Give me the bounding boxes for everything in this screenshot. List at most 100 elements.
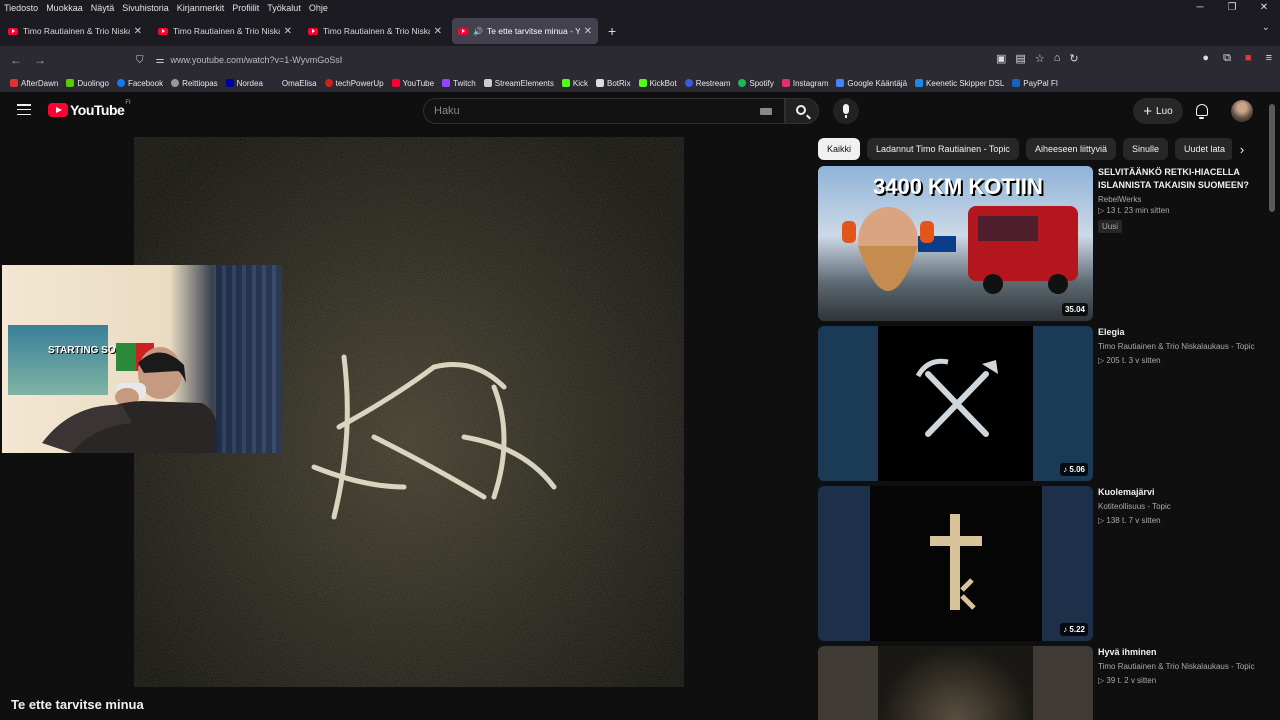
bookmark-item[interactable]: BotRix	[596, 79, 631, 88]
menu-tools[interactable]: Työkalut	[267, 3, 301, 13]
bookmark-item[interactable]: Restream	[684, 79, 730, 88]
account-icon[interactable]: ●	[1202, 52, 1209, 65]
bookmark-item[interactable]: Kick	[561, 79, 588, 88]
extension-badge-icon[interactable]: ■	[1245, 52, 1252, 65]
back-icon[interactable]: ←	[4, 53, 28, 67]
forward-icon[interactable]: →	[28, 53, 52, 67]
recommendation-title[interactable]: SELVITÄÄNKÖ RETKI-HIACELLA ISLANNISTA TA…	[1098, 166, 1268, 192]
video-thumbnail[interactable]: ♪ 5.06	[818, 326, 1093, 481]
tab-list-chevron-icon[interactable]: ⌄	[1262, 22, 1270, 33]
page-scrollbar[interactable]	[1269, 104, 1275, 212]
keyboard-icon[interactable]	[760, 108, 772, 115]
channel-name[interactable]: Timo Rautiainen & Trio Niskalaukaus - To…	[1098, 342, 1268, 351]
youtube-favicon-icon	[158, 27, 168, 35]
menu-profiles[interactable]: Profiilit	[232, 3, 259, 13]
chip-for-you[interactable]: Sinulle	[1122, 138, 1169, 160]
bookmark-item[interactable]: Twitch	[442, 79, 476, 88]
bookmark-item[interactable]: Duolingo	[66, 79, 109, 88]
chip-related[interactable]: Aiheeseen liittyviä	[1025, 138, 1116, 160]
bookmark-item[interactable]: techPowerUp	[324, 79, 384, 88]
reader-view-icon[interactable]: ▤	[1015, 52, 1025, 65]
menu-file[interactable]: Tiedosto	[4, 3, 38, 13]
search-button[interactable]	[785, 98, 819, 124]
bookmark-item[interactable]: Spotify	[738, 79, 774, 88]
minimize-icon[interactable]: ─	[1184, 0, 1216, 16]
bookmark-item[interactable]: Facebook	[116, 79, 163, 88]
browser-tab[interactable]: Timo Rautiainen & Trio Niskalaukaus ✕	[152, 18, 298, 44]
speaker-icon[interactable]: 🔊	[473, 27, 483, 36]
recommendation-title[interactable]: Hyvä ihminen	[1098, 646, 1268, 659]
reload-icon[interactable]: ↻	[1069, 52, 1078, 65]
create-button[interactable]: + Luo	[1133, 98, 1183, 124]
search-input[interactable]: Haku	[423, 98, 785, 124]
tab-close-icon[interactable]: ✕	[134, 26, 142, 37]
video-thumbnail[interactable]: 3400 KM KOTIIN 35.04	[818, 166, 1093, 321]
browser-tab-active[interactable]: 🔊 Te ette tarvitse minua - YouTube ✕	[452, 18, 598, 44]
channel-name[interactable]: RebelWerks	[1098, 195, 1268, 204]
browser-tab[interactable]: Timo Rautiainen & Trio Niskalaukaus ✕	[2, 18, 148, 44]
bookmark-item[interactable]: KickBot	[638, 79, 677, 88]
new-tab-icon[interactable]: +	[608, 23, 616, 39]
bookmark-item[interactable]: Instagram	[781, 79, 828, 88]
chip-uploader[interactable]: Ladannut Timo Rautiainen - Topic	[867, 138, 1019, 160]
video-thumbnail[interactable]	[818, 646, 1093, 720]
chip-new-uploads[interactable]: Uudet lata	[1175, 138, 1235, 160]
bookmark-item[interactable]: Reittiopas	[171, 79, 218, 88]
duration-badge: ♪ 5.06	[1060, 463, 1088, 476]
album-cover	[878, 326, 1033, 481]
permissions-icon[interactable]: ⚌	[156, 55, 165, 66]
chip-all[interactable]: Kaikki	[818, 138, 861, 160]
chevron-right-icon[interactable]: ›	[1232, 138, 1252, 160]
menu-bookmarks[interactable]: Kirjanmerkit	[177, 3, 225, 13]
browser-tab[interactable]: Timo Rautiainen & Trio Niskalaukaus ✕	[302, 18, 448, 44]
url-text[interactable]: www.youtube.com/watch?v=1-WyvmGoSsI	[170, 55, 342, 65]
channel-name[interactable]: Timo Rautiainen & Trio Niskalaukaus - To…	[1098, 662, 1268, 671]
bookmark-item[interactable]: Nordea	[225, 79, 263, 88]
bookmark-item[interactable]: Google Kääntäjä	[836, 79, 907, 88]
screenshot-icon[interactable]: ▣	[996, 52, 1006, 65]
menu-history[interactable]: Sivuhistoria	[122, 3, 169, 13]
shield-icon[interactable]: ⛉	[136, 55, 144, 66]
video-title: Te ette tarvitse minua	[11, 697, 144, 712]
bookmark-star-icon[interactable]: ☆	[1035, 52, 1045, 65]
bookmark-favicon-icon	[836, 79, 845, 87]
tab-close-icon[interactable]: ✕	[284, 26, 292, 37]
recommendation-item[interactable]: Hyvä ihminen Timo Rautiainen & Trio Nisk…	[818, 646, 1268, 720]
bookmark-item[interactable]: AfterDawn	[10, 79, 58, 88]
bookmark-item[interactable]: OmaElisa	[270, 78, 317, 88]
recommendation-title[interactable]: Elegia	[1098, 326, 1268, 339]
hamburger-menu-icon[interactable]	[17, 104, 31, 116]
menu-view[interactable]: Näytä	[91, 3, 115, 13]
bookmark-favicon-icon	[738, 79, 747, 87]
recommendation-item[interactable]: ♪ 5.06 Elegia Timo Rautiainen & Trio Nis…	[818, 326, 1268, 481]
bookmark-item[interactable]: Keenetic Skipper DSL	[915, 79, 1004, 88]
home-icon[interactable]: ⌂	[1054, 52, 1061, 65]
video-thumbnail[interactable]: ♪ 5.22	[818, 486, 1093, 641]
bookmark-label: OmaElisa	[281, 78, 317, 88]
restore-icon[interactable]: ❐	[1216, 0, 1248, 16]
address-bar-actions: ▣ ▤ ☆ ⌂ ↻	[996, 52, 1079, 65]
bookmark-label: YouTube	[402, 78, 435, 88]
address-bar[interactable]: ⛉ ⚌ www.youtube.com/watch?v=1-WyvmGoSsI	[130, 49, 990, 71]
close-window-icon[interactable]: ✕	[1248, 0, 1280, 16]
bookmark-item[interactable]: PayPal FI	[1012, 79, 1058, 88]
bookmark-item[interactable]: StreamElements	[483, 79, 554, 88]
youtube-logo[interactable]: YouTube FI	[48, 100, 131, 118]
menu-help[interactable]: Ohje	[309, 3, 328, 13]
recommendation-info: Hyvä ihminen Timo Rautiainen & Trio Nisk…	[1098, 646, 1268, 685]
recommendation-item[interactable]: ♪ 5.22 Kuolemajärvi Kotiteollisuus - Top…	[818, 486, 1268, 641]
bookmark-item[interactable]: YouTube	[391, 78, 435, 88]
microphone-icon[interactable]	[833, 98, 859, 124]
app-menu-icon[interactable]: ≡	[1266, 52, 1272, 65]
tab-close-icon[interactable]: ✕	[434, 26, 442, 37]
avatar[interactable]	[1231, 100, 1253, 122]
filter-chips: Kaikki Ladannut Timo Rautiainen - Topic …	[818, 138, 1235, 160]
notifications-bell-icon[interactable]	[1196, 104, 1208, 119]
tab-close-icon[interactable]: ✕	[584, 26, 592, 37]
video-meta: ▷ 138 t. 7 v sitten	[1098, 516, 1161, 525]
menu-edit[interactable]: Muokkaa	[46, 3, 83, 13]
recommendation-item[interactable]: 3400 KM KOTIIN 35.04 SELVITÄÄNKÖ RETKI-H…	[818, 166, 1268, 321]
extensions-icon[interactable]: ⧉	[1223, 52, 1231, 65]
recommendation-title[interactable]: Kuolemajärvi	[1098, 486, 1268, 499]
channel-name[interactable]: Kotiteollisuus - Topic	[1098, 502, 1268, 511]
